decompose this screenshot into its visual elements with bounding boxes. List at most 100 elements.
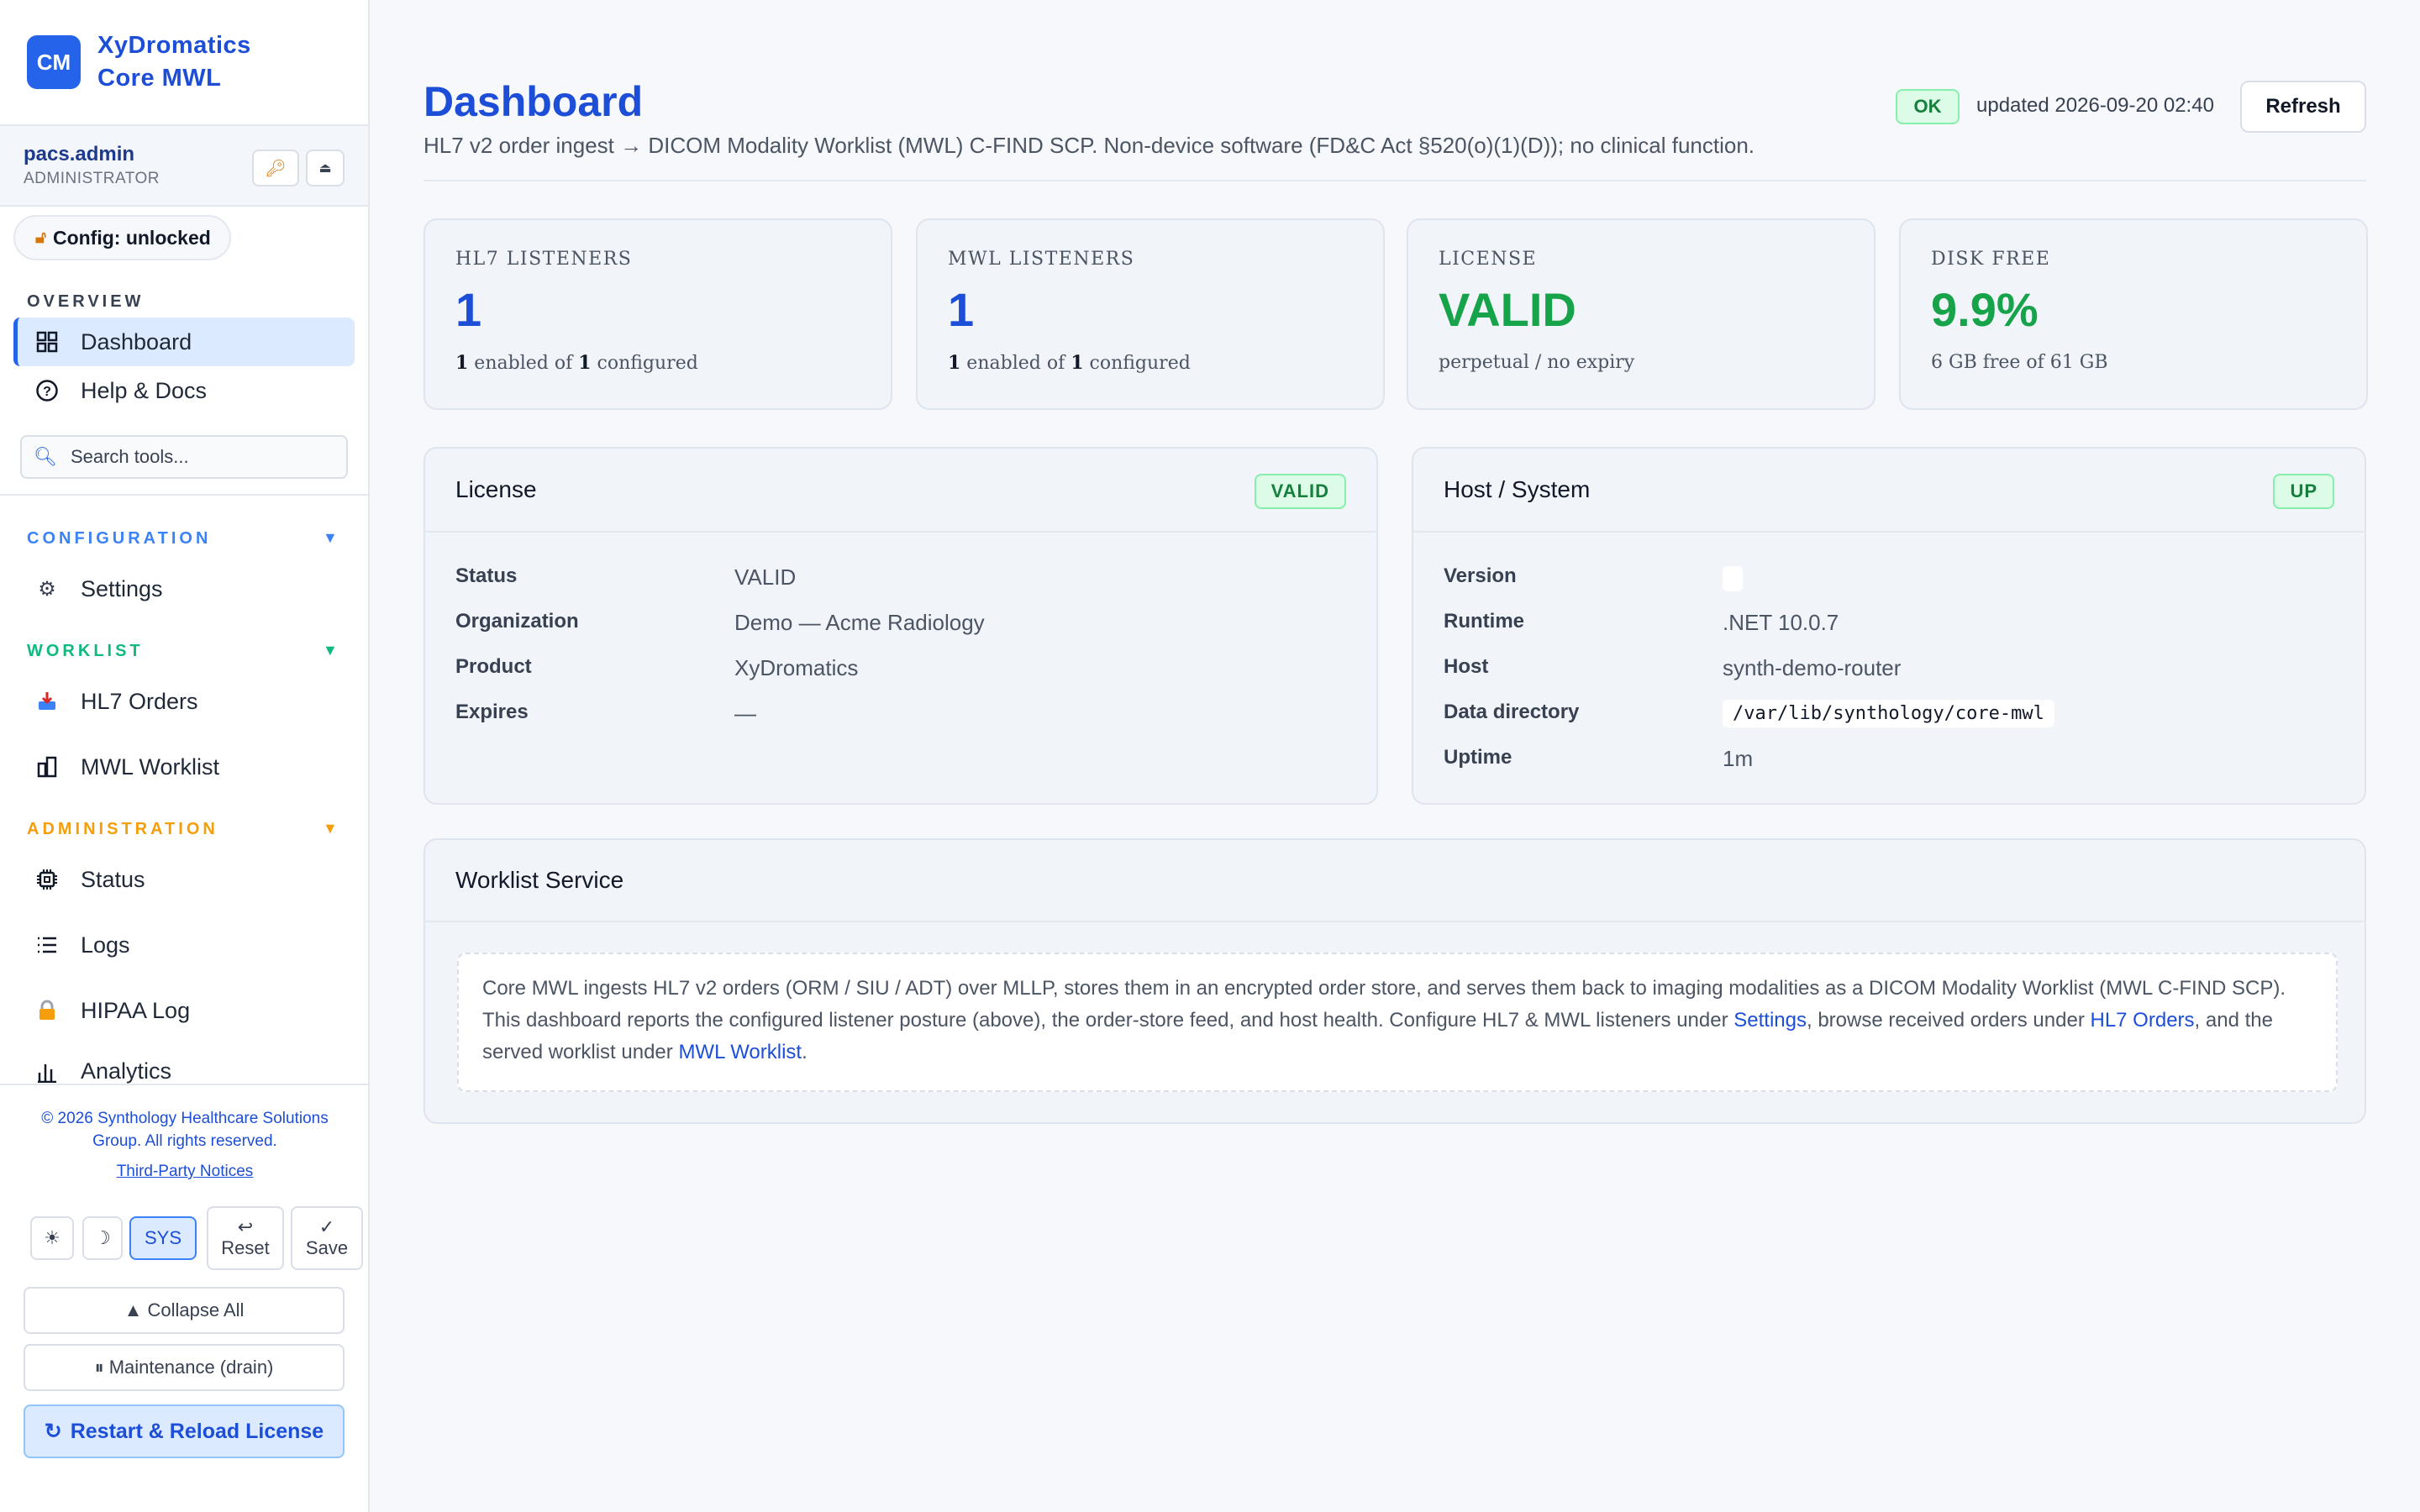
brand: CM XyDromatics Core MWL [0, 0, 368, 126]
key-icon[interactable]: 🔑︎ [252, 150, 299, 186]
collapse-all-button[interactable]: ▲ Collapse All [24, 1287, 345, 1334]
section-administration-label[interactable]: ADMINISTRATION [27, 820, 218, 839]
divider [0, 494, 370, 496]
host-system-card: Host / System UP Version Runtime .NET 10… [1412, 447, 2366, 805]
help-circle-icon: ? [34, 377, 60, 404]
stat-note: 1 enabled of 1 configured [948, 352, 1191, 374]
kv-key: Host [1444, 655, 1489, 678]
kv-key: Data directory [1444, 701, 1580, 723]
user-panel: pacs.admin ADMINISTRATOR 🔑︎ ⏏ [0, 126, 368, 207]
worklist-description: Core MWL ingests HL7 v2 orders (ORM / SI… [457, 953, 2338, 1092]
dark-theme-button[interactable]: ☽ [82, 1216, 123, 1260]
section-overview-label: OVERVIEW [27, 292, 145, 311]
sidebar-item-label: Settings [81, 575, 163, 601]
sidebar-item-label: Analytics [81, 1058, 172, 1084]
sidebar-item-settings[interactable]: ⚙ Settings [13, 564, 355, 613]
gear-icon: ⚙ [38, 577, 56, 601]
moon-icon: ☽ [94, 1227, 111, 1248]
kv-key: Product [455, 655, 532, 678]
chevron-down-icon[interactable]: ▼ [323, 529, 338, 547]
kv-key: Organization [455, 610, 579, 633]
bar-chart-icon [34, 1058, 60, 1084]
kv-key: Expires [455, 701, 529, 723]
card-header: Worklist Service [425, 840, 2365, 922]
sun-icon: ☀︎ [44, 1227, 60, 1248]
chevron-down-icon[interactable]: ▼ [323, 642, 338, 659]
refresh-icon: ↻ [44, 1420, 62, 1443]
sidebar-item-hipaa-log[interactable]: HIPAA Log [13, 986, 355, 1035]
description-text: . [802, 1041, 808, 1063]
kv-key: Version [1444, 564, 1517, 587]
brand-line-2: Core MWL [97, 65, 222, 92]
stat-note: 6 GB free of 61 GB [1931, 352, 2108, 373]
page-subtitle: HL7 v2 order ingest → DICOM Modality Wor… [424, 133, 1755, 158]
light-theme-button[interactable]: ☀︎ [30, 1216, 74, 1260]
kv-value: — [734, 701, 756, 726]
card-title: License [455, 476, 537, 502]
restart-label: Restart & Reload License [70, 1419, 324, 1443]
config-status-label: Config: unlocked [52, 226, 211, 249]
stat-label: MWL LISTENERS [948, 249, 1135, 270]
chevron-down-icon[interactable]: ▼ [323, 820, 338, 837]
reset-label: Reset [221, 1237, 270, 1258]
section-configuration-label[interactable]: CONFIGURATION [27, 529, 211, 549]
sidebar-item-label: Dashboard [81, 328, 192, 354]
stat-mwl-listeners: MWL LISTENERS 1 1 enabled of 1 configure… [916, 218, 1385, 410]
stat-label: HL7 LISTENERS [455, 249, 633, 270]
third-party-notices-link[interactable]: Third-Party Notices [0, 1163, 370, 1181]
mwl-worklist-link[interactable]: MWL Worklist [678, 1041, 802, 1063]
kv-key: Status [455, 564, 518, 587]
inbox-tray-icon [34, 688, 60, 715]
settings-link[interactable]: Settings [1733, 1009, 1807, 1032]
divider [424, 180, 2366, 181]
kv-key: Runtime [1444, 610, 1524, 633]
card-header: License VALID [425, 449, 1376, 533]
card-title: Worklist Service [455, 867, 624, 893]
brand-logo: CM [27, 35, 81, 89]
grid-icon [34, 328, 60, 355]
logout-icon[interactable]: ⏏ [306, 150, 345, 186]
system-theme-button[interactable]: SYS [129, 1216, 197, 1260]
divider [0, 1084, 370, 1085]
check-icon: ✓ [318, 1216, 335, 1237]
restart-reload-license-button[interactable]: ↻ Restart & Reload License [24, 1404, 345, 1458]
sidebar-item-logs[interactable]: Logs [13, 921, 355, 969]
status-badge: VALID [1254, 474, 1346, 509]
hl7-orders-link[interactable]: HL7 Orders [2090, 1009, 2194, 1032]
refresh-button[interactable]: Refresh [2240, 81, 2366, 133]
status-badge: UP [2273, 474, 2334, 509]
sidebar-item-label: HIPAA Log [81, 997, 191, 1023]
undo-icon: ↩ [237, 1216, 254, 1237]
brand-name: XyDromatics Core MWL [97, 29, 251, 95]
stat-value: 1 [455, 283, 482, 336]
lock-icon [34, 997, 60, 1024]
unlock-icon: 🔓︎ [35, 228, 46, 247]
status-badge: OK [1896, 89, 1960, 124]
stat-value: 9.9% [1931, 283, 2039, 336]
version-value [1723, 566, 1743, 591]
sidebar-item-dashboard[interactable]: Dashboard [13, 318, 355, 366]
section-worklist-label[interactable]: WORKLIST [27, 642, 144, 661]
stat-note: 1 enabled of 1 configured [455, 352, 698, 374]
sidebar-item-status[interactable]: Status [13, 855, 355, 904]
sidebar-item-label: Logs [81, 932, 130, 958]
stat-label: LICENSE [1439, 249, 1538, 270]
chip-icon [34, 866, 60, 893]
stat-note: perpetual / no expiry [1439, 352, 1635, 373]
stat-license: LICENSE VALID perpetual / no expiry [1407, 218, 1876, 410]
sidebar-item-mwl-worklist[interactable]: MWL Worklist [13, 743, 355, 791]
last-updated: updated 2026-09-20 02:40 [1976, 94, 2214, 117]
kv-value: /var/lib/synthology/core-mwl [1723, 699, 2054, 727]
maintenance-button[interactable]: ⏸ Maintenance (drain) [24, 1344, 345, 1391]
sidebar-item-analytics[interactable]: Analytics [13, 1052, 355, 1084]
copyright: © 2026 Synthology Healthcare Solutions G… [41, 1110, 329, 1150]
save-button[interactable]: ✓ Save [291, 1206, 363, 1270]
reset-button[interactable]: ↩ Reset [207, 1206, 284, 1270]
description-text: , browse received orders under [1806, 1009, 2091, 1032]
sidebar-item-hl7-orders[interactable]: HL7 Orders [13, 677, 355, 726]
sidebar-item-help[interactable]: ? Help & Docs [13, 366, 355, 415]
sidebar-item-label: MWL Worklist [81, 753, 219, 780]
list-icon [34, 932, 60, 958]
search-input[interactable]: 🔍︎ Search tools... [20, 435, 348, 479]
config-lock-toggle[interactable]: 🔓︎ Config: unlocked [13, 215, 231, 260]
